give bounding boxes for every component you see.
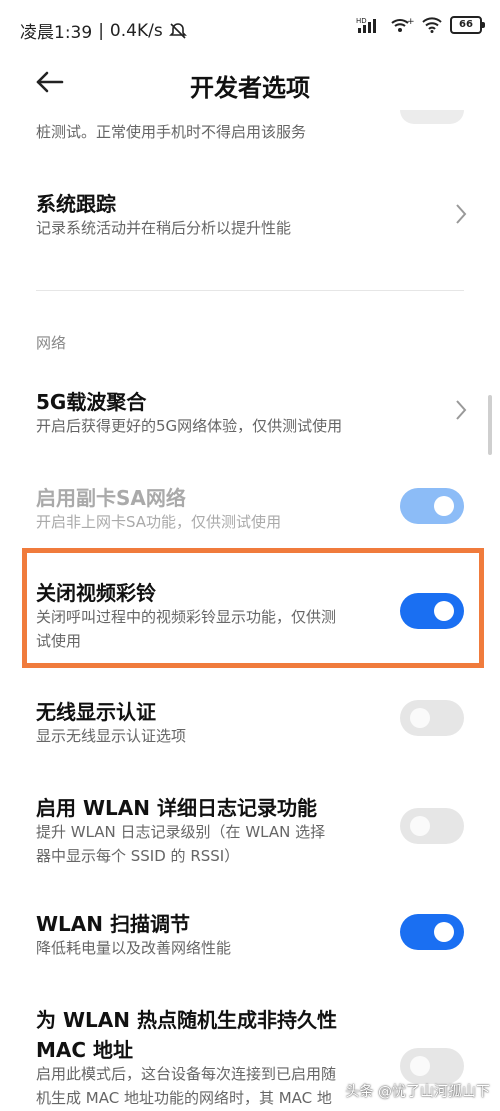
section-divider bbox=[36, 290, 464, 291]
partial-setting-desc: 桩测试。正常使用手机时不得启用该服务 bbox=[36, 123, 307, 141]
chevron-right-icon bbox=[456, 204, 467, 224]
toggle-switch[interactable] bbox=[400, 700, 464, 736]
toggle-switch[interactable] bbox=[400, 914, 464, 950]
setting-wlan-scan-throttling[interactable]: WLAN 扫描调节 降低耗电量以及改善网络性能 bbox=[0, 906, 500, 966]
setting-title: WLAN 扫描调节 bbox=[36, 912, 190, 936]
status-right: HD + 66 bbox=[356, 16, 485, 34]
setting-system-trace[interactable]: 系统跟踪 记录系统活动并在稍后分析以提升性能 bbox=[0, 184, 500, 254]
toggle-switch[interactable] bbox=[400, 593, 464, 629]
status-time: 凌晨1:39 bbox=[20, 23, 93, 43]
setting-desc-line2: 试使用 bbox=[36, 632, 82, 650]
setting-desc-line2: 器中显示每个 SSID 的 RSSI） bbox=[36, 847, 240, 865]
toggle-switch[interactable] bbox=[400, 808, 464, 844]
partial-toggle[interactable] bbox=[400, 110, 464, 124]
setting-title: 启用 WLAN 详细日志记录功能 bbox=[36, 796, 317, 820]
setting-title-line2: MAC 地址 bbox=[36, 1038, 134, 1062]
setting-video-ringtone[interactable]: 关闭视频彩铃 关闭呼叫过程中的视频彩铃显示功能，仅供测 试使用 bbox=[0, 575, 500, 655]
setting-desc-line2: 机生成 MAC 地址功能的网络时，其 MAC 地 bbox=[36, 1089, 332, 1107]
setting-5g-carrier-aggregation[interactable]: 5G载波聚合 开启后获得更好的5G网络体验，仅供测试使用 bbox=[0, 384, 500, 454]
setting-title: 启用副卡SA网络 bbox=[36, 486, 186, 510]
wifi-plus-icon: + bbox=[391, 17, 414, 32]
setting-wlan-verbose-logging[interactable]: 启用 WLAN 详细日志记录功能 提升 WLAN 日志记录级别（在 WLAN 选… bbox=[0, 790, 500, 870]
battery-indicator: 66 bbox=[450, 16, 485, 34]
network-speed: 0.4K/s bbox=[109, 20, 163, 41]
toggle-switch[interactable] bbox=[400, 1048, 464, 1084]
signal-hd-icon: HD bbox=[356, 17, 376, 33]
setting-desc: 降低耗电量以及改善网络性能 bbox=[36, 939, 232, 957]
scrollbar[interactable] bbox=[488, 395, 492, 455]
setting-wireless-display[interactable]: 无线显示认证 显示无线显示认证选项 bbox=[0, 694, 500, 754]
page-title: 开发者选项 bbox=[190, 74, 310, 102]
setting-desc-line1: 提升 WLAN 日志记录级别（在 WLAN 选择 bbox=[36, 823, 326, 841]
setting-title-line1: 为 WLAN 热点随机生成非持久性 bbox=[36, 1008, 337, 1032]
chevron-right-icon bbox=[456, 400, 467, 420]
setting-title: 关闭视频彩铃 bbox=[36, 581, 156, 605]
setting-desc-line1: 启用此模式后，这台设备每次连接到已启用随 bbox=[36, 1065, 337, 1083]
watermark: 头条 @忧了山河孤山下 bbox=[345, 1084, 490, 1100]
app-header: 开发者选项 bbox=[0, 56, 500, 114]
partial-setting-row[interactable]: 桩测试。正常使用手机时不得启用该服务 bbox=[0, 110, 500, 148]
setting-desc: 显示无线显示认证选项 bbox=[36, 727, 187, 745]
setting-desc: 开启后获得更好的5G网络体验，仅供测试使用 bbox=[36, 417, 343, 435]
toggle-switch bbox=[400, 488, 464, 524]
setting-sub-card-sa: 启用副卡SA网络 开启非上网卡SA功能，仅供测试使用 bbox=[0, 480, 500, 540]
setting-desc: 开启非上网卡SA功能，仅供测试使用 bbox=[36, 513, 282, 531]
setting-desc-line1: 关闭呼叫过程中的视频彩铃显示功能，仅供测 bbox=[36, 608, 337, 626]
status-bar: 凌晨1:39 | 0.4K/s HD + 66 bbox=[0, 0, 500, 56]
mute-icon bbox=[168, 22, 187, 39]
status-left: 凌晨1:39 | 0.4K/s bbox=[20, 18, 187, 43]
setting-title: 5G载波聚合 bbox=[36, 390, 147, 414]
setting-title: 系统跟踪 bbox=[36, 192, 116, 216]
svg-text:HD: HD bbox=[356, 17, 367, 25]
status-separator: | bbox=[98, 20, 104, 41]
section-header-network: 网络 bbox=[36, 334, 67, 352]
setting-title: 无线显示认证 bbox=[36, 700, 156, 724]
wifi-icon bbox=[422, 17, 442, 33]
setting-desc: 记录系统活动并在稍后分析以提升性能 bbox=[36, 219, 292, 237]
svg-text:+: + bbox=[407, 17, 414, 27]
